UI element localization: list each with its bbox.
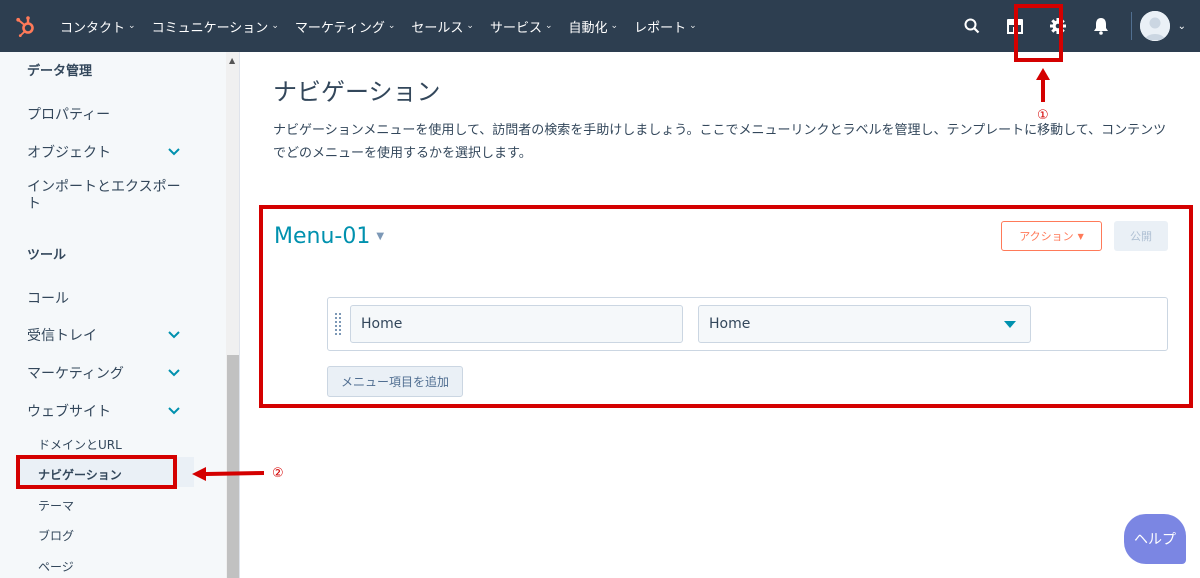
- chevron-down-icon: ⌄: [544, 21, 553, 31]
- sidebar-subitem-pages[interactable]: ページ: [38, 558, 74, 575]
- nav-reports[interactable]: レポート ⌄: [626, 0, 705, 52]
- main-menu: コンタクト ⌄ コミュニケーション ⌄ マーケティング ⌄ セールス ⌄ サービス ⌄ 自…: [52, 0, 705, 52]
- section-tools: ツール: [27, 248, 67, 263]
- annotation-arrow-left-icon: [192, 467, 264, 481]
- nav-conversations[interactable]: コミュニケーション ⌄: [144, 0, 287, 52]
- sidebar-item-marketing[interactable]: マーケティング: [27, 363, 124, 383]
- nav-divider: [1130, 12, 1132, 40]
- section-data-management: データ管理: [27, 64, 93, 79]
- page-title: ナビゲーション: [273, 78, 441, 106]
- annotation-box-navigation: [16, 455, 177, 489]
- nav-contacts[interactable]: コンタクト ⌄: [52, 0, 144, 52]
- chevron-down-icon: ⌄: [271, 21, 279, 31]
- annotation-box-menu-editor: [259, 205, 1193, 408]
- search-icon[interactable]: [951, 0, 994, 52]
- sidebar-item-import-export[interactable]: インポートとエクスポート: [27, 179, 181, 213]
- sidebar-item-website[interactable]: ウェブサイト: [27, 401, 111, 421]
- nav-automation[interactable]: 自動化 ⌄: [561, 0, 627, 52]
- chevron-down-icon: ⌄: [387, 21, 396, 31]
- chevron-down-icon[interactable]: ⌄: [1178, 21, 1186, 32]
- sidebar-item-inbox[interactable]: 受信トレイ: [27, 325, 97, 345]
- chevron-down-icon[interactable]: [166, 144, 182, 160]
- annotation-arrow-up-icon: [1036, 68, 1050, 102]
- chevron-down-icon[interactable]: [166, 327, 182, 343]
- sidebar-subitem-domains-urls[interactable]: ドメインとURL: [38, 436, 122, 453]
- sidebar-item-objects[interactable]: オブジェクト: [27, 142, 111, 162]
- nav-marketing[interactable]: マーケティング ⌄: [287, 0, 404, 52]
- scroll-up-arrow-icon[interactable]: ▲: [229, 56, 235, 65]
- chevron-down-icon: ⌄: [689, 21, 697, 31]
- nav-utilities: ⌄: [951, 0, 1200, 52]
- nav-service[interactable]: サービス ⌄: [482, 0, 561, 52]
- chevron-down-icon[interactable]: [166, 365, 182, 381]
- page-description: ナビゲーションメニューを使用して、訪問者の検索を手助けしましょう。ここでメニュー…: [273, 123, 1167, 161]
- sidebar-subitem-blog[interactable]: ブログ: [38, 527, 74, 544]
- hubspot-logo-icon[interactable]: [0, 0, 52, 52]
- user-avatar[interactable]: [1139, 11, 1170, 41]
- chevron-down-icon: ⌄: [610, 21, 619, 31]
- help-button[interactable]: ヘルプ: [1124, 514, 1186, 564]
- annotation-box-settings: [1014, 4, 1063, 62]
- nav-sales[interactable]: セールス ⌄: [403, 0, 482, 52]
- sidebar-subitem-themes[interactable]: テーマ: [38, 497, 74, 514]
- notifications-bell-icon[interactable]: [1080, 0, 1123, 52]
- sidebar-item-calls[interactable]: コール: [27, 288, 69, 308]
- annotation-marker-1: ①: [1037, 108, 1049, 123]
- settings-sidebar: データ管理 プロパティー オブジェクト インポートとエクスポート ツール コール…: [0, 52, 240, 578]
- chevron-down-icon: ⌄: [128, 21, 136, 31]
- chevron-down-icon: ⌄: [466, 21, 474, 31]
- annotation-marker-2: ②: [272, 466, 284, 481]
- chevron-down-icon[interactable]: [166, 403, 182, 419]
- sidebar-item-properties[interactable]: プロパティー: [27, 104, 110, 124]
